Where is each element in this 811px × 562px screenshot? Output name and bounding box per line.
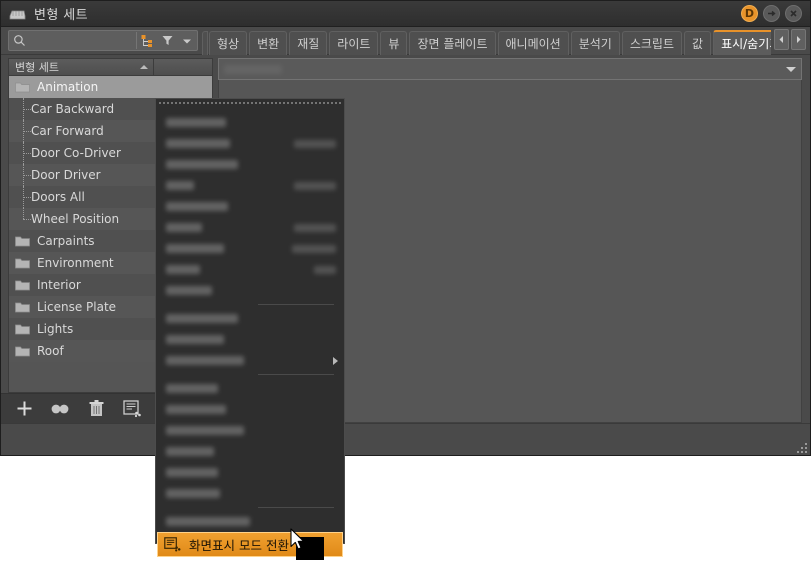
tree-branch-dash — [23, 153, 31, 154]
menu-tearoff-handle[interactable] — [159, 102, 341, 110]
menu-item[interactable] — [156, 259, 344, 280]
tab-show-hide[interactable]: 표시/숨기기 — [713, 29, 771, 55]
window-statusbar — [1, 423, 810, 455]
menu-item[interactable] — [156, 483, 344, 504]
menu-item[interactable] — [156, 511, 344, 532]
tab-bar: 형상 변환 재질 라이트 뷰 장면 플레이트 애니메이션 분석기 스크립트 값 … — [202, 27, 771, 55]
table-row[interactable]: Animation — [9, 76, 212, 98]
menu-item[interactable] — [156, 399, 344, 420]
tree-column-label: 변형 세트 — [15, 61, 59, 74]
tab-overflow-stub — [202, 30, 208, 55]
tab-view[interactable]: 뷰 — [380, 30, 408, 55]
folder-icon — [15, 279, 30, 291]
tab-material[interactable]: 재질 — [289, 30, 328, 55]
window-titlebar[interactable]: 변형 세트 D — [1, 1, 810, 27]
resize-grip[interactable] — [794, 440, 807, 453]
folder-icon — [15, 345, 30, 357]
tab-scene-plate[interactable]: 장면 플레이트 — [409, 30, 496, 55]
folder-icon — [15, 323, 30, 335]
tab-analyzer[interactable]: 분석기 — [570, 30, 620, 55]
menu-item[interactable] — [156, 217, 344, 238]
tree-header-row: 변형 세트 — [9, 59, 212, 76]
tree-guide-line — [23, 208, 24, 219]
variant-set-icon — [9, 7, 26, 20]
menu-separator — [156, 371, 344, 378]
hierarchy-filter-icon[interactable] — [137, 31, 157, 50]
duplicate-variant-button[interactable] — [50, 399, 70, 419]
variant-settings-button[interactable] — [122, 399, 142, 419]
mouse-cursor — [290, 528, 306, 556]
window-controls: D — [741, 5, 806, 22]
search-icon — [9, 31, 29, 50]
menu-item[interactable] — [156, 154, 344, 175]
funnel-filter-icon[interactable] — [157, 31, 177, 50]
menu-item[interactable] — [156, 308, 344, 329]
chevron-down-icon[interactable] — [786, 66, 796, 72]
tab-script[interactable]: 스크립트 — [621, 30, 683, 55]
menu-item[interactable] — [156, 462, 344, 483]
menu-item[interactable] — [156, 196, 344, 217]
menu-item[interactable] — [156, 280, 344, 301]
menu-item[interactable] — [156, 420, 344, 441]
menu-item[interactable] — [156, 378, 344, 399]
context-menu[interactable]: 화면표시 모드 전환 — [155, 98, 345, 557]
variant-set-window: 변형 세트 D 형상 변환 재질 라이트 뷰 장면 플레이트 애니메이션 분석기… — [0, 0, 811, 456]
window-body: 변형 세트 Animation Car Backward Car Forward… — [1, 55, 810, 423]
folder-icon — [15, 235, 30, 247]
tree-item-label: Animation — [37, 80, 99, 94]
screen-root: 변형 세트 D 형상 변환 재질 라이트 뷰 장면 플레이트 애니메이션 분석기… — [0, 0, 811, 562]
folder-icon — [15, 301, 30, 313]
search-input-wrap[interactable] — [29, 34, 137, 47]
search-box[interactable] — [8, 30, 198, 51]
tab-geometry[interactable]: 형상 — [209, 30, 248, 55]
context-menu-items: 화면표시 모드 전환 — [156, 112, 344, 557]
delete-variant-button[interactable] — [86, 399, 106, 419]
window-close[interactable] — [785, 5, 802, 22]
chevron-down-icon[interactable] — [177, 31, 197, 50]
tab-light[interactable]: 라이트 — [329, 30, 379, 55]
menu-item[interactable] — [156, 112, 344, 133]
menu-item-label: 화면표시 모드 전환 — [189, 538, 289, 553]
tab-scroll-right-button[interactable] — [791, 29, 806, 50]
menu-item[interactable] — [156, 133, 344, 154]
tab-transform[interactable]: 변환 — [249, 30, 288, 55]
window-title: 변형 세트 — [34, 8, 88, 23]
menu-item[interactable] — [156, 175, 344, 196]
tab-scroll-left-button[interactable] — [774, 29, 789, 50]
window-badge-d[interactable]: D — [741, 5, 758, 22]
tab-animation[interactable]: 애니메이션 — [497, 30, 569, 55]
menu-item[interactable] — [156, 329, 344, 350]
window-minimize[interactable] — [763, 5, 780, 22]
tree-column-header[interactable]: 변형 세트 — [9, 59, 154, 75]
menu-separator — [156, 301, 344, 308]
chevron-right-icon — [333, 356, 338, 365]
tab-scroll-controls — [771, 29, 810, 52]
tree-branch-dash — [23, 175, 31, 176]
menu-item-submenu[interactable] — [156, 350, 344, 371]
menu-separator — [156, 504, 344, 511]
search-input[interactable] — [33, 34, 137, 47]
tree-branch-dash — [23, 197, 31, 198]
folder-icon — [15, 257, 30, 269]
display-mode-toggle-icon — [164, 537, 181, 552]
toolbar-row: 형상 변환 재질 라이트 뷰 장면 플레이트 애니메이션 분석기 스크립트 값 … — [1, 27, 810, 55]
sort-ascending-icon[interactable] — [140, 65, 148, 69]
tab-value[interactable]: 값 — [684, 30, 712, 55]
tree-branch-dash — [23, 109, 31, 110]
show-hide-mode-select[interactable] — [218, 58, 802, 80]
add-variant-set-button[interactable] — [14, 399, 34, 419]
tree-branch-dash — [23, 131, 31, 132]
tree-branch-dash — [23, 219, 31, 220]
menu-item[interactable] — [156, 238, 344, 259]
show-hide-mode-value — [224, 64, 282, 74]
menu-item[interactable] — [156, 441, 344, 462]
folder-icon — [15, 81, 30, 93]
